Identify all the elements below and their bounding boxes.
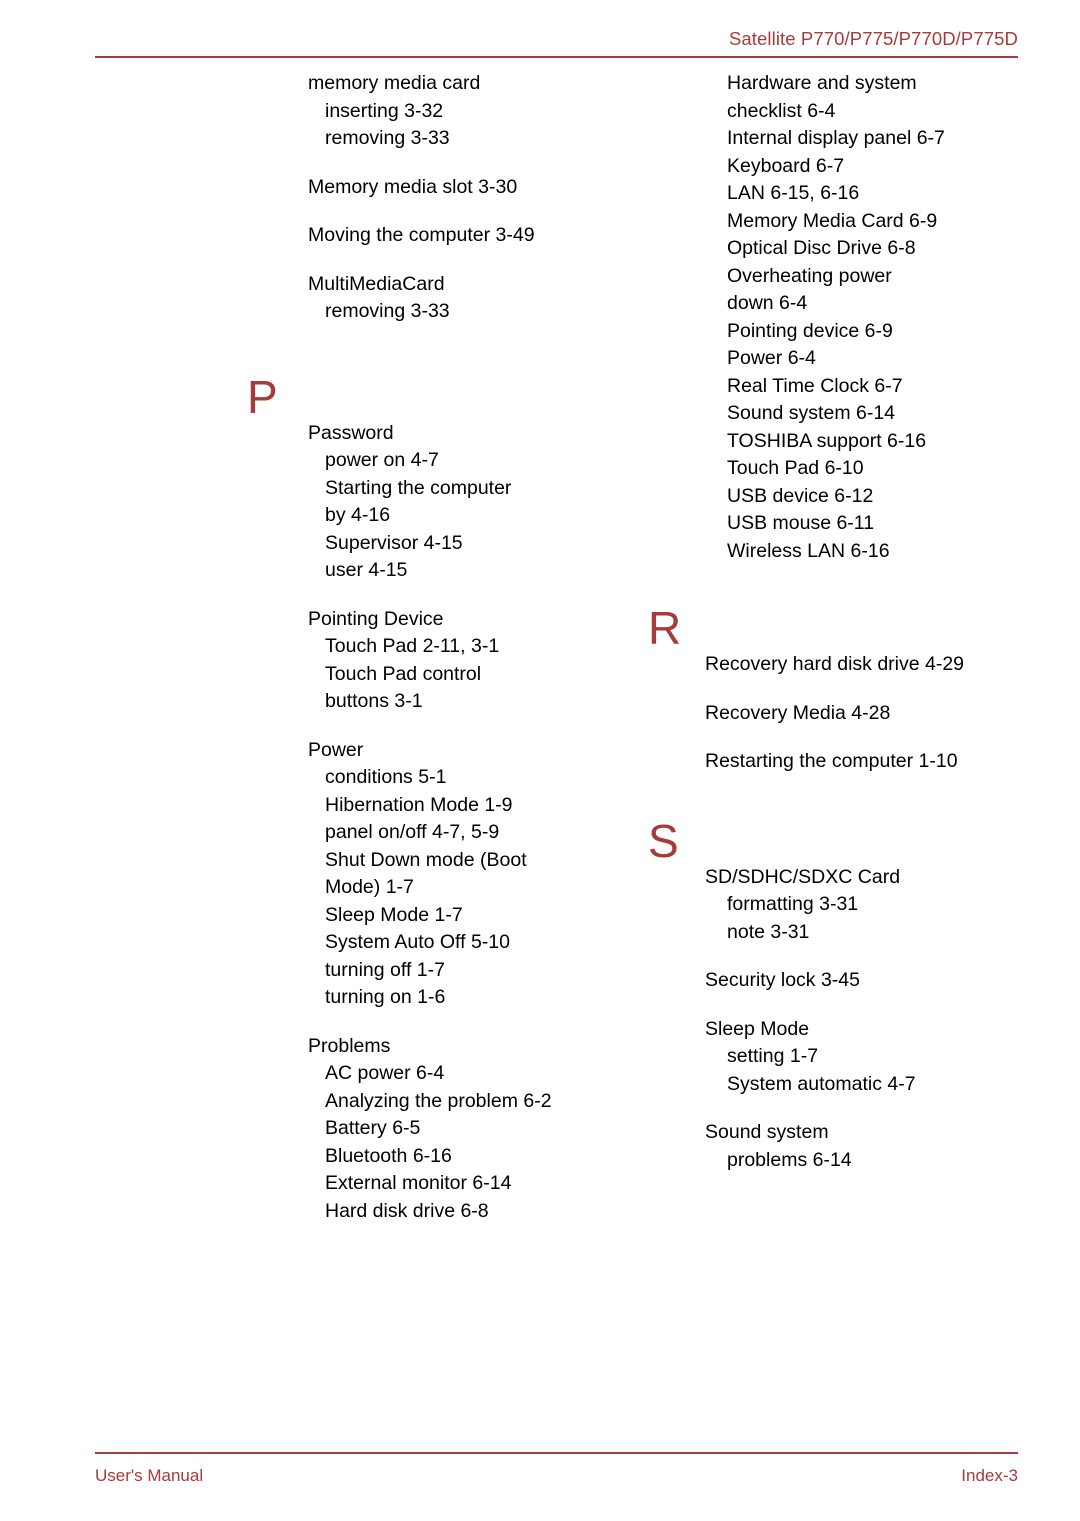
index-subentry: Hibernation Mode 1-9 bbox=[325, 793, 513, 816]
index-entry-group: Recovery hard disk drive 4-29 bbox=[630, 651, 1050, 679]
index-column-right: Hardware and system checklist 6-4 Internal… bbox=[630, 70, 1050, 1195]
page-header-title: Satellite P770/P775/P770D/P775D bbox=[728, 28, 1018, 49]
index-subentry: System automatic 4-7 bbox=[727, 1072, 916, 1095]
index-subentry: Optical Disc Drive 6-8 bbox=[727, 237, 916, 259]
index-subentry: Real Time Clock 6-7 bbox=[727, 374, 903, 397]
index-entry-group: MultiMediaCard removing 3-33 bbox=[240, 271, 640, 326]
index-subentry: Sleep Mode 1-7 bbox=[325, 903, 463, 926]
index-subentry: down 6-4 bbox=[727, 292, 808, 314]
index-subentry: External monitor 6-14 bbox=[325, 1172, 512, 1194]
index-entry: Sound system bbox=[705, 1121, 829, 1143]
index-subentry: Internal display panel 6-7 bbox=[727, 127, 945, 149]
index-subentry: buttons 3-1 bbox=[325, 690, 423, 712]
index-subentry: checklist 6-4 bbox=[727, 99, 836, 122]
index-section-heading-r: R bbox=[648, 602, 682, 654]
footer-divider bbox=[95, 1452, 1018, 1455]
footer-document-label: User's Manual bbox=[95, 1466, 204, 1485]
index-entry: MultiMediaCard bbox=[308, 272, 445, 295]
index-subentry: note 3-31 bbox=[727, 920, 810, 943]
index-subentry: Sound system 6-14 bbox=[727, 402, 896, 424]
index-subentry: LAN 6-15, 6-16 bbox=[727, 182, 860, 204]
index-subentry: Hard disk drive 6-8 bbox=[325, 1199, 489, 1222]
index-subentry: power on 4-7 bbox=[325, 449, 439, 471]
index-subentry: Analyzing the problem 6-2 bbox=[325, 1089, 552, 1112]
index-subentry: conditions 5-1 bbox=[325, 766, 447, 788]
index-subentry: Supervisor 4-15 bbox=[325, 531, 463, 554]
index-subentry: Bluetooth 6-16 bbox=[325, 1144, 452, 1167]
index-entry: Recovery hard disk drive 4-29 bbox=[705, 653, 965, 675]
index-subentry: Starting the computer bbox=[325, 476, 512, 499]
index-subentry: turning on 1-6 bbox=[325, 986, 446, 1008]
index-entry-group: Security lock 3-45 bbox=[630, 967, 1050, 995]
index-entry: memory media card bbox=[308, 72, 481, 94]
index-subentry: setting 1-7 bbox=[727, 1045, 819, 1067]
index-entry: Security lock 3-45 bbox=[705, 969, 860, 991]
index-subentry: Shut Down mode (Boot bbox=[325, 848, 527, 871]
index-entry: Password bbox=[308, 421, 394, 444]
index-subentry: Hardware and system bbox=[727, 72, 917, 94]
index-subentry: removing 3-33 bbox=[325, 127, 450, 149]
index-entry-group: Restarting the computer 1-10 bbox=[630, 748, 1050, 776]
index-subentry: Pointing device 6-9 bbox=[727, 319, 893, 342]
index-subentry: Power 6-4 bbox=[727, 347, 816, 369]
index-entry-group: Problems AC power 6-4 Analyzing the proble… bbox=[240, 1033, 640, 1226]
index-subentry: Touch Pad 6-10 bbox=[727, 457, 864, 479]
index-entry-group: Sound system problems 6-14 bbox=[630, 1119, 1050, 1174]
index-entry-group: Power conditions 5-1 Hibernation Mode 1-9 p… bbox=[240, 737, 640, 1012]
index-column-left: memory media card inserting 3-32 removing … bbox=[240, 70, 640, 1246]
index-entry-group: Memory media slot 3-30 bbox=[240, 174, 640, 202]
index-entry-group: Recovery Media 4-28 bbox=[630, 700, 1050, 728]
index-subentry: Wireless LAN 6-16 bbox=[727, 539, 890, 562]
index-subentry: Mode) 1-7 bbox=[325, 876, 414, 898]
index-entry-group: Hardware and system checklist 6-4 Internal… bbox=[630, 70, 1050, 565]
index-subentry: problems 6-14 bbox=[727, 1148, 852, 1171]
index-entry: Recovery Media 4-28 bbox=[705, 701, 891, 724]
index-subentry: Keyboard 6-7 bbox=[727, 154, 845, 177]
index-subentry: TOSHIBA support 6-16 bbox=[727, 429, 927, 452]
index-subentry: turning off 1-7 bbox=[325, 958, 445, 981]
index-entry-group: Pointing Device Touch Pad 2-11, 3-1 Touch … bbox=[240, 606, 640, 716]
index-subentry: USB device 6-12 bbox=[727, 484, 874, 507]
index-entry-group: memory media card inserting 3-32 removing … bbox=[240, 70, 640, 153]
index-subentry: panel on/off 4-7, 5-9 bbox=[325, 821, 500, 843]
index-entry-group: SD/SDHC/SDXC Card formatting 3-31 note 3-3… bbox=[630, 864, 1050, 947]
index-entry: Sleep Mode bbox=[705, 1017, 810, 1040]
footer-page-number: Index-3 bbox=[961, 1466, 1018, 1485]
index-subentry: inserting 3-32 bbox=[325, 99, 444, 122]
index-subentry: USB mouse 6-11 bbox=[727, 512, 875, 534]
index-entry: Restarting the computer 1-10 bbox=[705, 750, 958, 772]
index-subentry: System Auto Off 5-10 bbox=[325, 931, 510, 953]
index-subentry: Memory Media Card 6-9 bbox=[727, 209, 938, 232]
page-footer: User's Manual Index-3 bbox=[95, 1466, 1018, 1494]
index-subentry: Battery 6-5 bbox=[325, 1117, 421, 1139]
header-divider bbox=[95, 56, 1018, 59]
index-subentry: removing 3-33 bbox=[325, 300, 450, 322]
index-subentry: Overheating power bbox=[727, 264, 892, 287]
index-entry-group: Sleep Mode setting 1-7 System automatic 4-… bbox=[630, 1016, 1050, 1099]
index-entry: Power bbox=[308, 738, 364, 761]
index-subentry: by 4-16 bbox=[325, 504, 391, 526]
index-entry: SD/SDHC/SDXC Card bbox=[705, 865, 901, 888]
index-subentry: Touch Pad 2-11, 3-1 bbox=[325, 635, 500, 657]
index-entry: Problems bbox=[308, 1034, 391, 1057]
index-entry: Pointing Device bbox=[308, 607, 444, 630]
index-subentry: AC power 6-4 bbox=[325, 1062, 445, 1084]
index-entry-group: Moving the computer 3-49 bbox=[240, 222, 640, 250]
index-section-heading-p: P bbox=[247, 370, 278, 423]
index-entry: Moving the computer 3-49 bbox=[308, 224, 535, 246]
index-entry: Memory media slot 3-30 bbox=[308, 175, 518, 198]
index-subentry: Touch Pad control bbox=[325, 662, 482, 685]
index-section-heading-s: S bbox=[648, 814, 679, 867]
index-subentry: user 4-15 bbox=[325, 559, 408, 581]
index-entry-group: Password power on 4-7 Starting the compute… bbox=[240, 420, 640, 585]
index-subentry: formatting 3-31 bbox=[727, 893, 859, 915]
